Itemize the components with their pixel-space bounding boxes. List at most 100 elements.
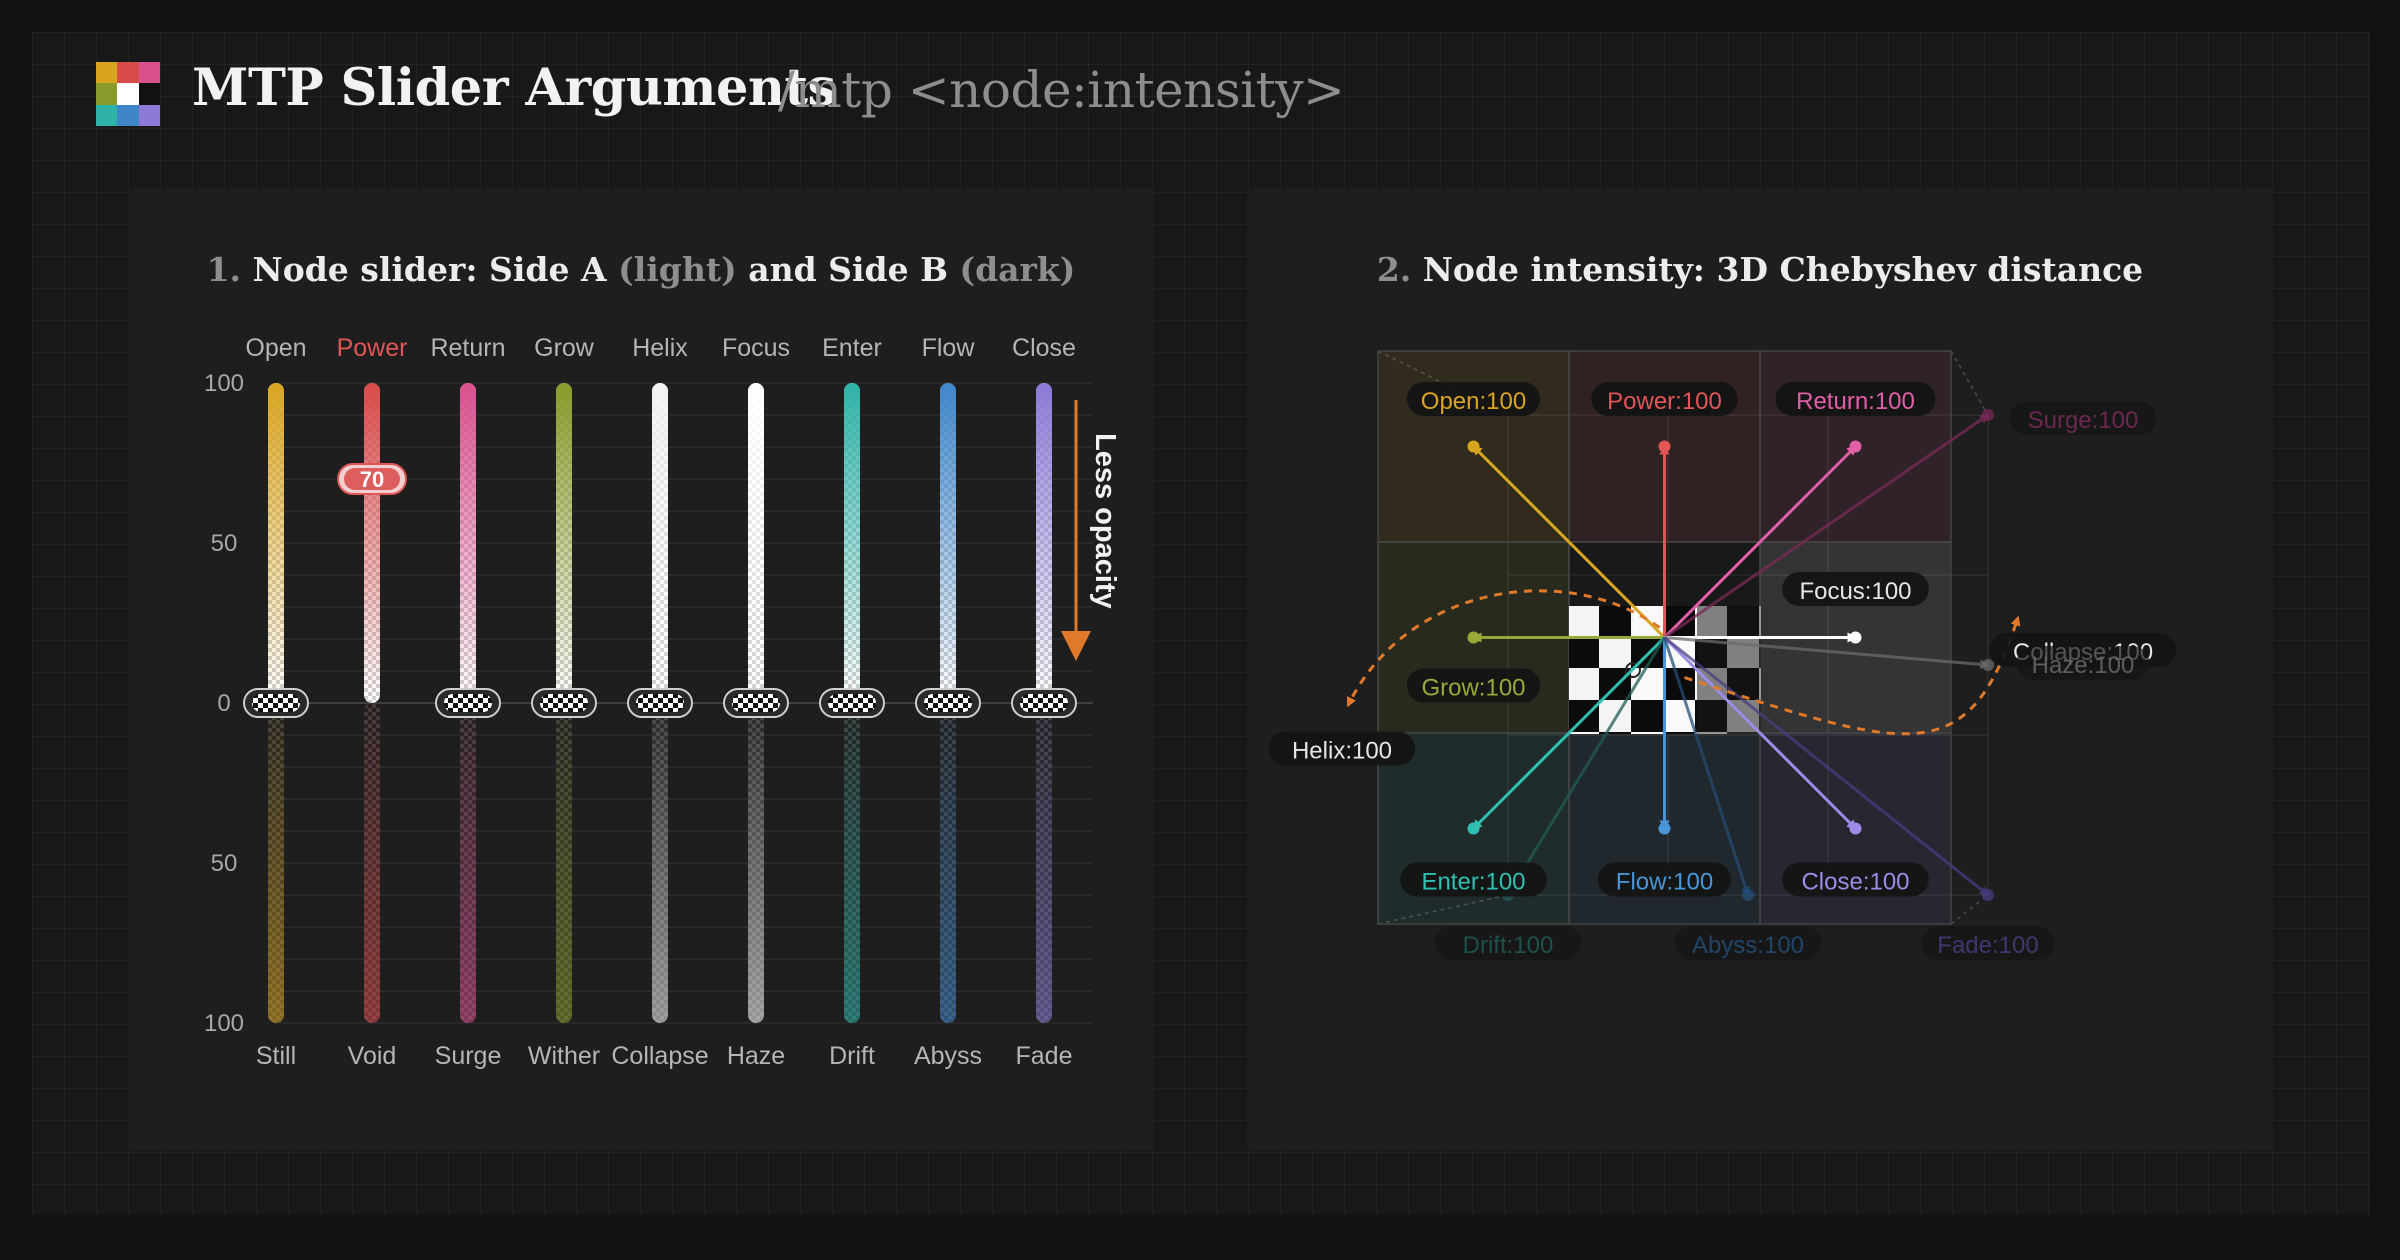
slider-label-side-b: Surge (435, 1042, 502, 1070)
slider-track-b[interactable] (844, 703, 860, 1023)
slider-label-side-b: Wither (528, 1042, 600, 1070)
slider-label-side-b: Collapse (611, 1042, 708, 1070)
logo-tile (138, 104, 160, 126)
slider-knob-pattern (540, 694, 588, 712)
slider-track-b[interactable] (652, 703, 668, 1023)
logo-tile (96, 83, 118, 105)
node-label: Focus:100 (1799, 578, 1911, 605)
slider-value-label: 70 (360, 467, 384, 492)
logo-tile (96, 104, 118, 126)
node-label-chip: Surge:100 (2009, 401, 2157, 435)
slider-label-side-a: Open (245, 334, 306, 362)
slider-label-side-a: Return (430, 334, 505, 362)
node-label: Abyss:100 (1692, 932, 1804, 959)
node-label-chip: Power:100 (1591, 382, 1738, 416)
node-label: Power:100 (1607, 388, 1722, 415)
slider-knob-pattern (444, 694, 492, 712)
slider-knob-pattern (252, 694, 300, 712)
slider-track-a[interactable] (1036, 383, 1052, 703)
slider-label-side-b: Haze (727, 1042, 785, 1070)
slider-track-a[interactable] (652, 383, 668, 703)
logo-tile (138, 62, 160, 84)
node-label: Fade:100 (1937, 932, 2038, 959)
node-slider-panel: 1. Node slider: Side A (light) and Side … (128, 188, 1154, 1150)
slider-label-side-a: Helix (632, 334, 688, 362)
node-point[interactable] (1982, 409, 1994, 421)
node-label: Return:100 (1796, 388, 1915, 415)
node-label: Surge:100 (2028, 407, 2139, 434)
slider-track-b[interactable] (556, 703, 572, 1023)
less-opacity-label: Less opacity (1089, 433, 1121, 609)
node-point[interactable] (1742, 889, 1754, 901)
slider-track-a[interactable] (364, 383, 380, 703)
node-point[interactable] (1658, 822, 1671, 835)
slider-label-side-a: Power (337, 334, 408, 362)
slider-track-a[interactable] (748, 383, 764, 703)
slider-knob-pattern (1020, 694, 1068, 712)
slider-track-b[interactable] (1036, 703, 1052, 1023)
node-label: Drift:100 (1463, 932, 1554, 959)
logo-tile (117, 83, 139, 105)
node-point[interactable] (1849, 631, 1862, 644)
node-label-chip: Fade:100 (1921, 926, 2055, 960)
node-point[interactable] (1982, 659, 1994, 671)
slider-track-b[interactable] (940, 703, 956, 1023)
page-title: MTP Slider Arguments (192, 58, 836, 118)
y-tick-label: 50 (211, 850, 238, 877)
slider-track-b[interactable] (748, 703, 764, 1023)
slider-track-b[interactable] (268, 703, 284, 1023)
slider-label-side-b: Void (348, 1042, 397, 1070)
slider-knob-pattern (732, 694, 780, 712)
slider-label-side-a: Focus (722, 334, 790, 362)
node-label-chip: Helix:100 (1268, 731, 1416, 766)
slider-knob-pattern (636, 694, 684, 712)
node-label-chip: Grow:100 (1406, 668, 1541, 703)
y-tick-label: 100 (204, 370, 244, 397)
node-point[interactable] (1658, 440, 1671, 453)
node-label: Grow:100 (1421, 675, 1525, 702)
cube-edge (1950, 894, 1989, 925)
slider-track-a[interactable] (940, 383, 956, 703)
node-intensity-panel: 2. Node intensity: 3D Chebyshev distance… (1247, 188, 2273, 1150)
node-point[interactable] (1982, 889, 1994, 901)
logo-tile (117, 62, 139, 84)
cube-edge (1950, 350, 1989, 416)
node-label-chip: Close:100 (1782, 862, 1929, 897)
slider-track-a[interactable] (556, 383, 572, 703)
slider-label-side-a: Close (1012, 334, 1076, 362)
node-label: Helix:100 (1292, 738, 1392, 765)
slider-track-b[interactable] (364, 703, 380, 1023)
slider-label-side-a: Grow (534, 334, 595, 362)
slider-label-side-b: Abyss (914, 1042, 982, 1070)
node-label-chip: Haze:100 (2016, 646, 2150, 680)
slider-label-side-a: Flow (922, 334, 976, 362)
node-point[interactable] (1467, 631, 1480, 644)
node-label-chip: Flow:100 (1597, 862, 1732, 897)
node-label: Open:100 (1421, 388, 1526, 415)
slider-knob-pattern (924, 694, 972, 712)
chebyshev-cube: Open:100 Power:100 Return:100 Surge:100 Focu… (1268, 350, 2177, 960)
node-label-chip: Drift:100 (1434, 926, 1582, 960)
node-point[interactable] (1467, 440, 1480, 453)
logo-tile (96, 62, 118, 84)
logo-tile (117, 104, 139, 126)
slider-track-a[interactable] (460, 383, 476, 703)
node-label: Close:100 (1801, 869, 1909, 896)
node-label-chip: Open:100 (1406, 382, 1541, 416)
node-point[interactable] (1849, 440, 1862, 453)
node-label-chip: Return:100 (1775, 382, 1936, 416)
node-label: Enter:100 (1421, 869, 1525, 896)
logo-tile (138, 83, 160, 105)
node-point[interactable] (1849, 822, 1862, 835)
slider-track-a[interactable] (268, 383, 284, 703)
slider-track-a[interactable] (844, 383, 860, 703)
node-label-chip: Enter:100 (1400, 862, 1547, 897)
y-tick-label: 0 (217, 690, 230, 717)
node-point[interactable] (1467, 822, 1480, 835)
y-tick-label: 100 (204, 1010, 244, 1037)
command-syntax: /mtp <node:intensity> (778, 61, 1345, 119)
slider-chart: 100 50 0 50 100 70 Open Still Power Void Return S… (204, 334, 1121, 1070)
slider-track-b[interactable] (460, 703, 476, 1023)
slider-knob-pattern (828, 694, 876, 712)
slider-label-side-b: Drift (829, 1042, 875, 1070)
